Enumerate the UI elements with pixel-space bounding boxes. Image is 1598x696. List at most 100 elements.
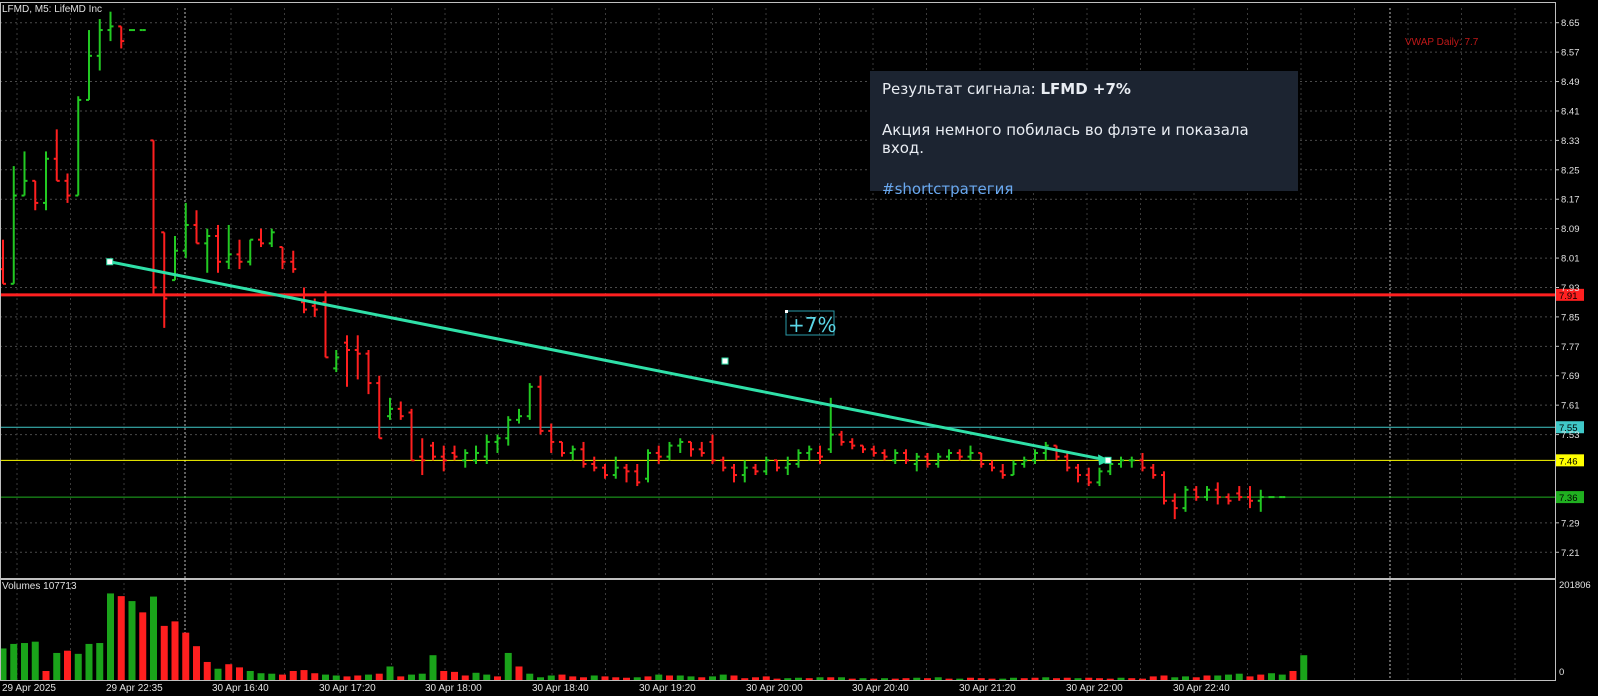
y-tick-label: 8.09 [1561,224,1580,235]
volume-max-label: 201806 [1559,580,1591,591]
volume-bar [762,676,770,680]
y-tick-label: 7.21 [1561,548,1580,559]
volume-bar [397,676,405,680]
volume-bar [311,673,319,680]
volume-bar [687,676,695,680]
y-tick-label: 8.57 [1561,48,1580,59]
x-tick-label: 30 Apr 22:40 [1173,683,1230,694]
volume-bar [547,675,555,680]
volume-bar [655,674,663,680]
volume-bar [644,676,652,680]
volume-bar [1235,673,1243,680]
x-tick-label: 30 Apr 17:20 [319,683,376,694]
volume-bar [1214,675,1222,680]
volume-bar [1139,678,1146,680]
x-tick-label: 30 Apr 16:40 [212,683,269,694]
volume-bar [289,670,297,680]
volume-bar [246,670,254,680]
volume-bar [10,643,18,680]
x-tick-label: 30 Apr 18:40 [532,683,589,694]
volume-bar [848,678,856,680]
volume-bar [386,666,394,680]
volume-bar [1020,678,1028,680]
volume-bar [203,661,211,680]
volume-bar [633,677,641,680]
volume-bar [881,678,888,680]
volume-bar [504,652,512,680]
volume-bar [451,671,458,680]
volume-bar [429,655,437,680]
volume-bar [752,677,759,680]
volume-bar [1096,678,1103,680]
volume-bar [461,675,469,680]
volume-bar [300,670,308,680]
volume-bar [870,678,878,680]
volume-bar [784,678,792,680]
volume-bar [1160,675,1168,680]
signal-hashtag[interactable]: #shortстратегия [882,180,1286,198]
volume-bar [150,596,157,680]
trend-label: +7% [788,313,837,337]
signal-result-prefix: Результат сигнала: [882,80,1041,98]
volume-bar [408,674,415,680]
volume-bar [816,677,824,680]
volume-bar [719,674,727,680]
volume-bar [53,652,61,680]
y-tick-label: 8.33 [1561,136,1580,147]
x-tick-label: 30 Apr 20:40 [852,683,909,694]
volume-bar [945,678,953,680]
volume-bar [332,675,340,680]
volume-bar [1031,677,1039,680]
volume-bar [666,675,673,680]
volume-bar [74,653,82,680]
volume-bar [1203,675,1211,680]
volume-bar [913,677,921,680]
y-tick-label: 7.77 [1561,342,1580,353]
volume-bar [418,673,426,680]
x-tick-label: 30 Apr 22:00 [1066,683,1123,694]
volume-bar [741,678,749,680]
volume-bar [967,677,974,680]
chart-title: LFMD, M5: LifeMD Inc [2,4,102,15]
volume-bar [709,676,716,680]
volume-bar [924,678,931,680]
volume-bar [698,677,706,680]
volume-zero-label: 0 [1559,667,1564,678]
volume-bar [999,678,1007,680]
y-tick-label: 7.69 [1561,371,1580,382]
price-chart: 7.917.557.467.36 +7% 8.658.578.498.418.3… [0,0,1598,696]
y-tick-label: 7.61 [1561,401,1580,412]
price-level-label: 7.46 [1559,456,1578,467]
volume-bar [1246,676,1254,680]
volume-bar [988,678,996,680]
volume-bar [483,674,491,680]
y-tick-label: 8.01 [1561,254,1580,265]
volume-bar [279,674,286,680]
volume-bar [891,678,899,680]
y-tick-label: 7.53 [1561,430,1580,441]
volume-bar [1063,677,1071,680]
volume-bar [343,676,351,680]
volume-bar [64,650,71,680]
volume-bar [537,677,544,680]
volume-bar [1053,678,1060,680]
volume-bar [977,678,985,680]
volume-bar [580,677,587,680]
y-tick-label: 8.65 [1561,18,1580,29]
volume-bar [117,596,125,680]
y-tick-label: 8.49 [1561,77,1580,88]
x-tick-label: 30 Apr 20:00 [746,683,803,694]
x-tick-label: 29 Apr 22:35 [106,683,163,694]
y-tick-label: 8.41 [1561,106,1580,117]
volume-bar [590,675,598,680]
volume-bar [1106,678,1114,680]
volume-bar [494,676,501,680]
volume-bar [956,678,964,680]
signal-message: Результат сигнала: LFMD +7% Акция немног… [870,71,1298,198]
volume-bar [375,673,383,680]
volume-bar [1042,677,1050,680]
volume-bar [1289,670,1297,680]
volume-bar [1010,677,1017,680]
volume-bar [1085,677,1093,680]
signal-description: Акция немного побилась во флэте и показа… [882,121,1249,157]
